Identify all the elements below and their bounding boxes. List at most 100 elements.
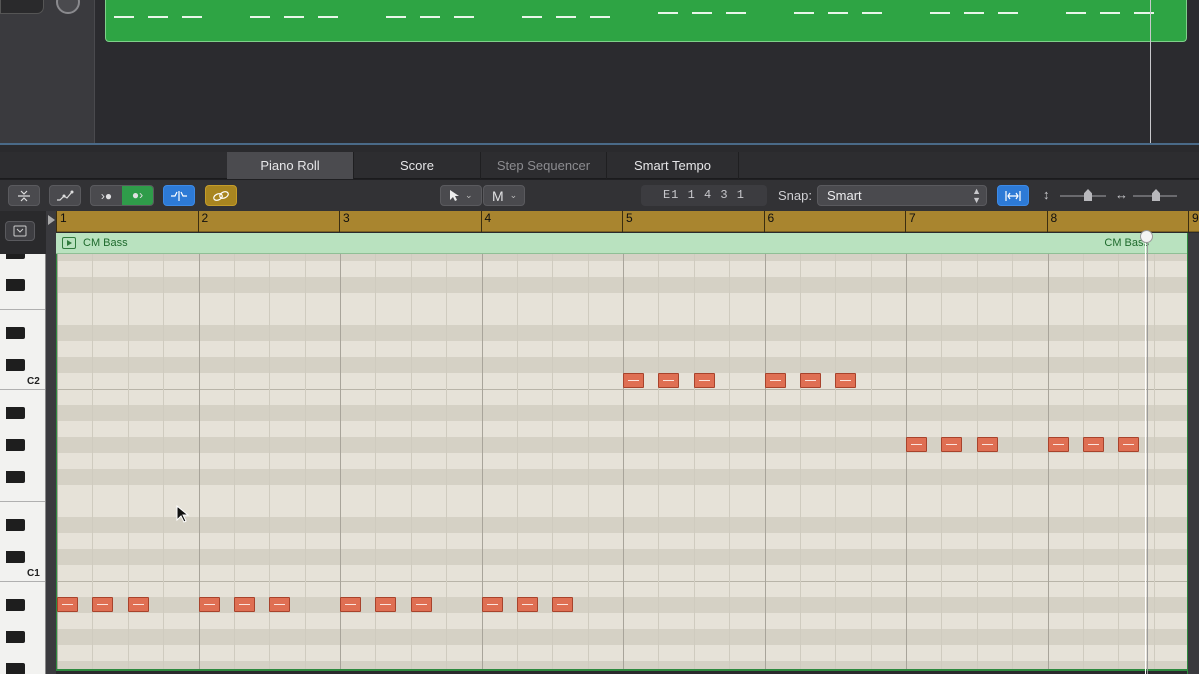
black-key[interactable] xyxy=(6,471,25,483)
automation-icon xyxy=(57,190,74,201)
midi-in-out-button[interactable]: ›● ●› xyxy=(90,185,154,206)
black-key[interactable] xyxy=(6,254,25,259)
collapse-button[interactable] xyxy=(8,185,40,206)
midi-note[interactable] xyxy=(976,437,998,452)
tab-score[interactable]: Score xyxy=(354,152,481,179)
midi-in-icon[interactable]: ›● xyxy=(91,189,122,203)
tab-smart-tempo[interactable]: Smart Tempo xyxy=(607,152,739,179)
fit-button[interactable] xyxy=(997,185,1029,206)
bar-number: 4 xyxy=(480,211,491,232)
mouse-cursor-icon xyxy=(176,505,190,523)
midi-note[interactable] xyxy=(658,373,680,388)
tab-piano-roll[interactable]: Piano Roll xyxy=(227,152,354,179)
flex-button[interactable] xyxy=(163,185,195,206)
track-region-note xyxy=(1066,12,1086,14)
track-region-note xyxy=(420,16,440,18)
marquee-tool-label: M xyxy=(492,187,504,204)
grid-row-black-key xyxy=(57,437,1187,453)
tracks-area[interactable] xyxy=(0,0,1199,144)
midi-note[interactable] xyxy=(941,437,963,452)
track-region-note xyxy=(658,12,678,14)
track-region[interactable] xyxy=(105,0,1187,42)
black-key[interactable] xyxy=(6,327,25,339)
midi-note[interactable] xyxy=(1047,437,1069,452)
marquee-tool-menu[interactable]: M ⌄ xyxy=(483,185,525,206)
black-key[interactable] xyxy=(6,599,25,611)
flex-icon xyxy=(171,190,187,201)
track-region-note xyxy=(828,12,848,14)
pointer-tool-menu[interactable]: ⌄ xyxy=(440,185,482,206)
horizontal-zoom-thumb[interactable] xyxy=(1152,189,1160,201)
black-key[interactable] xyxy=(6,407,25,419)
vertical-zoom-slider[interactable] xyxy=(1060,195,1106,197)
beat-line xyxy=(1012,254,1014,669)
piano-keyboard[interactable]: C2 C1 xyxy=(0,254,46,674)
midi-note[interactable] xyxy=(764,373,786,388)
playhead[interactable] xyxy=(1145,233,1148,674)
vertical-zoom-thumb[interactable] xyxy=(1084,189,1092,201)
black-key[interactable] xyxy=(6,663,25,674)
midi-note[interactable] xyxy=(1082,437,1104,452)
midi-note[interactable] xyxy=(410,597,432,612)
note-grid[interactable] xyxy=(56,254,1187,671)
note-position-display[interactable]: E1 1 4 3 1 xyxy=(641,185,767,206)
bar-number: 6 xyxy=(763,211,774,232)
bar-number: 8 xyxy=(1046,211,1057,232)
track-region-note xyxy=(862,12,882,14)
midi-note[interactable] xyxy=(57,597,78,612)
region-right-edge xyxy=(1187,233,1199,674)
midi-note[interactable] xyxy=(375,597,397,612)
beat-line xyxy=(1082,254,1084,669)
chevron-down-icon: ⌄ xyxy=(509,190,518,200)
automation-button[interactable] xyxy=(49,185,81,206)
track-header[interactable] xyxy=(0,0,95,144)
track-volume-slider[interactable] xyxy=(0,0,44,14)
region-header[interactable]: CM Bass CM Bass xyxy=(56,233,1187,254)
midi-note[interactable] xyxy=(516,597,538,612)
piano-roll-toolbar: ›● ●› ⌄ M ⌄ E1 1 4 3 1 Snap: Smart ▲ ▼ ↕ … xyxy=(0,180,1199,211)
beat-line xyxy=(693,254,695,669)
track-region-note xyxy=(556,16,576,18)
tab-step-sequencer[interactable]: Step Sequencer xyxy=(481,152,607,179)
midi-note[interactable] xyxy=(233,597,255,612)
track-region-note xyxy=(454,16,474,18)
midi-note[interactable] xyxy=(269,597,291,612)
grid-row-black-key xyxy=(57,469,1187,485)
bar-ruler[interactable]: 1 2 3 4 5 6 7 8 9 xyxy=(56,211,1199,232)
region-name: CM Bass xyxy=(83,237,128,249)
midi-note[interactable] xyxy=(552,597,574,612)
catch-button[interactable] xyxy=(5,221,35,241)
midi-note[interactable] xyxy=(92,597,114,612)
track-region-note xyxy=(182,16,202,18)
midi-note[interactable] xyxy=(340,597,361,612)
midi-note[interactable] xyxy=(127,597,149,612)
beat-line xyxy=(658,254,660,669)
midi-out-icon[interactable]: ●› xyxy=(122,186,153,205)
midi-note[interactable] xyxy=(1118,437,1140,452)
midi-note[interactable] xyxy=(693,373,715,388)
pan-knob[interactable] xyxy=(56,0,80,14)
beat-line xyxy=(835,254,837,669)
midi-note[interactable] xyxy=(198,597,220,612)
black-key[interactable] xyxy=(6,279,25,291)
region-play-icon[interactable] xyxy=(62,237,76,249)
midi-note[interactable] xyxy=(481,597,503,612)
zoom-horizontal-icon: ↔ xyxy=(1115,187,1128,202)
black-key[interactable] xyxy=(6,551,25,563)
midi-note[interactable] xyxy=(799,373,821,388)
beat-line xyxy=(1118,254,1120,669)
black-key[interactable] xyxy=(6,519,25,531)
bar-number: 3 xyxy=(339,211,350,232)
grid-row-black-key xyxy=(57,405,1187,421)
snap-select[interactable]: Smart ▲ ▼ xyxy=(817,185,987,206)
black-key[interactable] xyxy=(6,631,25,643)
midi-note[interactable] xyxy=(623,373,644,388)
midi-note[interactable] xyxy=(835,373,857,388)
link-button[interactable] xyxy=(205,185,237,206)
white-key-divider xyxy=(0,389,45,390)
midi-note[interactable] xyxy=(906,437,927,452)
black-key[interactable] xyxy=(6,439,25,451)
playhead-handle[interactable] xyxy=(1140,230,1153,243)
track-region-note xyxy=(386,16,406,18)
black-key[interactable] xyxy=(6,359,25,371)
